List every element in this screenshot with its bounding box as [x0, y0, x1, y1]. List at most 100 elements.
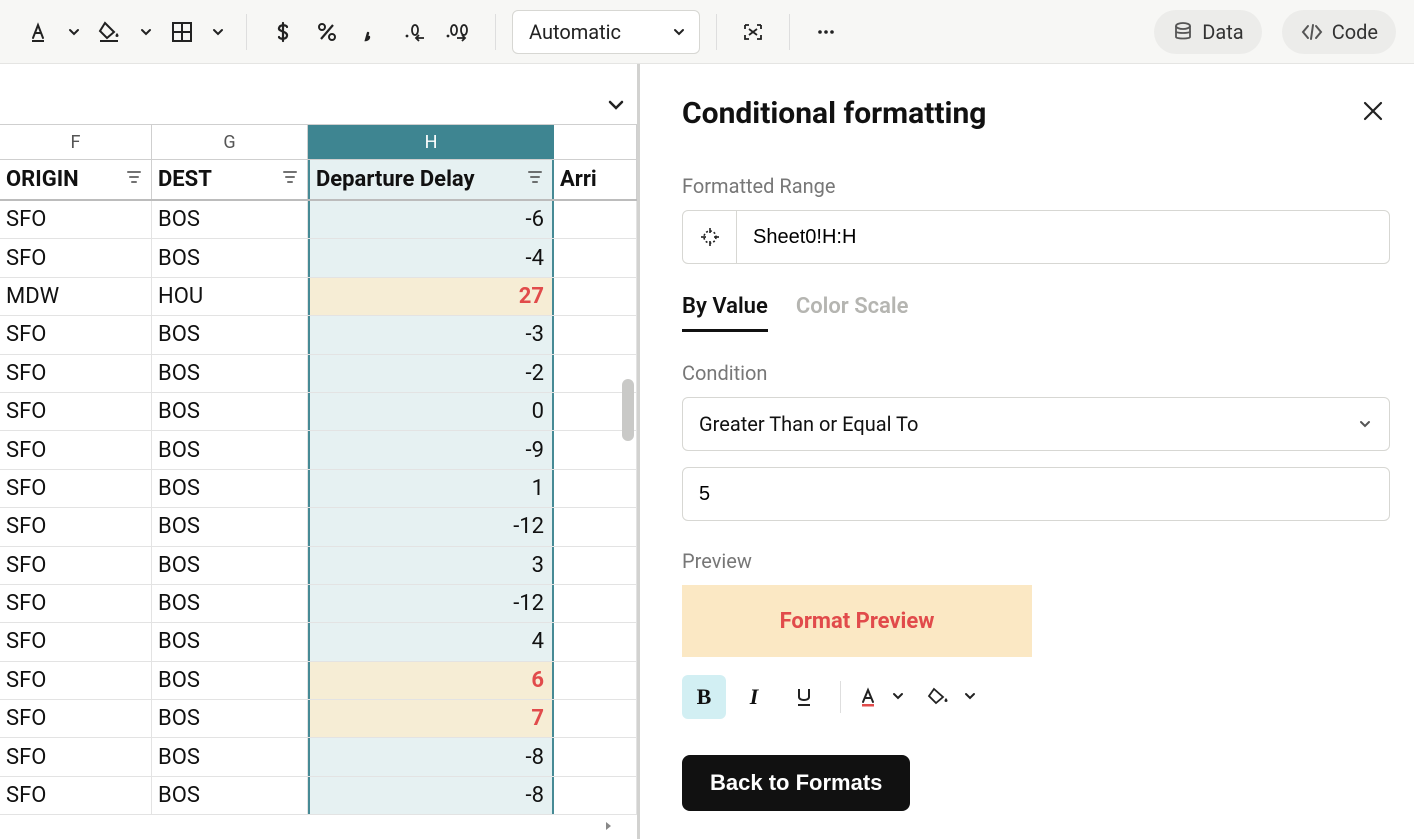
cell-origin[interactable]: SFO	[0, 623, 152, 660]
cell-dropdown-toggle[interactable]	[605, 94, 627, 120]
italic-button[interactable]: I	[732, 675, 776, 719]
cell-origin[interactable]: SFO	[0, 547, 152, 584]
currency-button[interactable]	[263, 12, 303, 52]
column-header-G[interactable]: G	[152, 125, 308, 159]
header-origin[interactable]: ORIGIN	[0, 160, 152, 199]
preview-fill-color-button[interactable]	[925, 675, 953, 719]
cell-departure-delay[interactable]: -8	[308, 738, 554, 775]
cell-departure-delay[interactable]: 3	[308, 547, 554, 584]
cell-origin[interactable]: SFO	[0, 585, 152, 622]
text-color-button[interactable]	[18, 12, 58, 52]
preview-fill-color-dropdown[interactable]	[963, 688, 977, 707]
cell-departure-delay[interactable]: -3	[308, 316, 554, 353]
table-row: SFOBOS-6	[0, 201, 637, 239]
preview-text-color-dropdown[interactable]	[891, 688, 905, 707]
cell-departure-delay[interactable]: 0	[308, 393, 554, 430]
fill-color-dropdown[interactable]	[134, 12, 158, 52]
cell-departure-delay[interactable]: 27	[308, 278, 554, 315]
close-button[interactable]	[1356, 94, 1390, 132]
filter-icon[interactable]	[526, 167, 544, 192]
header-dest[interactable]: DEST	[152, 160, 308, 199]
condition-select[interactable]: Greater Than or Equal To	[682, 397, 1390, 451]
table-row: SFOBOS-12	[0, 508, 637, 546]
cell-origin[interactable]: SFO	[0, 316, 152, 353]
range-picker-button[interactable]	[683, 211, 737, 263]
cell-dest[interactable]: BOS	[152, 201, 308, 238]
cell-origin[interactable]: SFO	[0, 470, 152, 507]
cell-dest[interactable]: HOU	[152, 278, 308, 315]
cell-dest[interactable]: BOS	[152, 393, 308, 430]
cell-dest[interactable]: BOS	[152, 470, 308, 507]
header-arrival[interactable]: Arri	[554, 160, 637, 199]
fill-color-button[interactable]	[90, 12, 130, 52]
threshold-input[interactable]	[682, 467, 1390, 521]
decrease-decimal-button[interactable]	[395, 12, 435, 52]
cell-departure-delay[interactable]: -4	[308, 239, 554, 276]
cell-departure-delay[interactable]: 4	[308, 623, 554, 660]
back-to-formats-button[interactable]: Back to Formats	[682, 755, 910, 811]
cell-origin[interactable]: SFO	[0, 355, 152, 392]
table-row: SFOBOS1	[0, 470, 637, 508]
more-button[interactable]	[806, 12, 846, 52]
cell-dest[interactable]: BOS	[152, 662, 308, 699]
filter-icon[interactable]	[125, 167, 143, 192]
cell-origin[interactable]: SFO	[0, 777, 152, 814]
percent-button[interactable]	[307, 12, 347, 52]
code-icon	[1300, 21, 1324, 43]
cell-departure-delay[interactable]: -8	[308, 777, 554, 814]
cell-departure-delay[interactable]: -9	[308, 431, 554, 468]
tab-color-scale[interactable]: Color Scale	[796, 294, 909, 332]
cell-origin[interactable]: SFO	[0, 738, 152, 775]
cell-origin[interactable]: SFO	[0, 431, 152, 468]
header-departure-delay[interactable]: Departure Delay	[308, 160, 554, 199]
cell-dest[interactable]: BOS	[152, 547, 308, 584]
cell-departure-delay[interactable]: -12	[308, 585, 554, 622]
thousands-button[interactable]	[351, 12, 391, 52]
increase-decimal-button[interactable]	[439, 12, 479, 52]
column-header-F[interactable]: F	[0, 125, 152, 159]
cell-departure-delay[interactable]: 1	[308, 470, 554, 507]
cell-departure-delay[interactable]: -12	[308, 508, 554, 545]
preview-text-color-button[interactable]	[855, 675, 881, 719]
cell-dest[interactable]: BOS	[152, 508, 308, 545]
number-format-select[interactable]: Automatic	[512, 10, 700, 54]
underline-button[interactable]	[782, 675, 826, 719]
cell-dest[interactable]: BOS	[152, 431, 308, 468]
cell-dest[interactable]: BOS	[152, 738, 308, 775]
data-button[interactable]: Data	[1154, 10, 1261, 54]
cell-dest[interactable]: BOS	[152, 623, 308, 660]
cell-dest[interactable]: BOS	[152, 777, 308, 814]
text-color-dropdown[interactable]	[62, 12, 86, 52]
bold-button[interactable]: B	[682, 675, 726, 719]
cell-departure-delay[interactable]: 7	[308, 700, 554, 737]
cell-dest[interactable]: BOS	[152, 585, 308, 622]
scrollbar-thumb[interactable]	[622, 379, 634, 441]
code-button[interactable]: Code	[1282, 10, 1396, 54]
cell-origin[interactable]: MDW	[0, 278, 152, 315]
cell-dest[interactable]: BOS	[152, 355, 308, 392]
cell-departure-delay[interactable]: -2	[308, 355, 554, 392]
cell-origin[interactable]: SFO	[0, 201, 152, 238]
cell-departure-delay[interactable]: -6	[308, 201, 554, 238]
cell-dest[interactable]: BOS	[152, 316, 308, 353]
tab-by-value[interactable]: By Value	[682, 294, 768, 332]
table-row: SFOBOS-4	[0, 239, 637, 277]
cell-origin[interactable]: SFO	[0, 662, 152, 699]
column-header-I[interactable]	[554, 125, 637, 159]
borders-dropdown[interactable]	[206, 12, 230, 52]
borders-button[interactable]	[162, 12, 202, 52]
cell-origin[interactable]: SFO	[0, 393, 152, 430]
vertical-scrollbar[interactable]	[622, 219, 634, 839]
cell-origin[interactable]: SFO	[0, 239, 152, 276]
cell-origin[interactable]: SFO	[0, 508, 152, 545]
cell-dest[interactable]: BOS	[152, 239, 308, 276]
expand-button[interactable]	[733, 12, 773, 52]
column-header-H[interactable]: H	[308, 125, 554, 159]
close-icon	[1360, 98, 1386, 124]
range-input[interactable]	[737, 211, 1389, 263]
cell-departure-delay[interactable]: 6	[308, 662, 554, 699]
cell-dest[interactable]: BOS	[152, 700, 308, 737]
scroll-right-arrow[interactable]	[601, 818, 615, 837]
cell-origin[interactable]: SFO	[0, 700, 152, 737]
filter-icon[interactable]	[281, 167, 299, 192]
